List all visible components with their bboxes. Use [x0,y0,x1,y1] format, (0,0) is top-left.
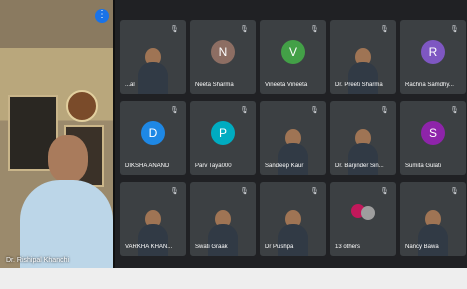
participant-body [278,224,308,256]
mic-off-icon: 🎙 [380,26,389,33]
participant-name: DIKSHA ANAND [125,163,170,169]
participant-name: Parv Taya000 [195,163,232,169]
participant-avatar: R [421,40,445,64]
participant-body [138,62,168,94]
participant-body [278,143,308,175]
participant-body [138,224,168,256]
mic-off-icon: 🎙 [380,107,389,114]
participant-name: Dr. Barjinder Sin... [335,163,384,169]
mic-off-icon: 🎙 [450,188,459,195]
participant-body [348,143,378,175]
participant-name: Vineeta Vineeta [265,82,308,88]
participant-tile[interactable]: 🎙 ...al [120,20,186,94]
others-avatars [351,204,375,222]
participant-tile[interactable]: N 🎙 Neeta Sharma [190,20,256,94]
wall-emblem [66,90,98,122]
participant-avatar: P [211,121,235,145]
participant-tile[interactable]: 🎙 Dr Pushpa [260,182,326,256]
participant-name: Sumita Gulati [405,163,442,169]
more-options-icon[interactable]: ⋮ [95,9,109,23]
mic-off-icon: 🎙 [450,26,459,33]
mic-off-icon: 🎙 [240,26,249,33]
speaker-name: Dr. Rishipal Khanchi [6,257,70,264]
participant-name: 13 others [335,244,361,250]
participant-name: Nancy Bawa [405,244,439,250]
participant-tile[interactable]: 🎙 Sandeep Kaur [260,101,326,175]
participant-body [348,62,378,94]
participant-name: Rachna Samdhy... [405,82,454,88]
participant-tile[interactable]: 🎙 Dr. Barjinder Sin... [330,101,396,175]
participant-tile[interactable]: 🎙 Nancy Bawa [400,182,466,256]
participant-name: VARKHA KHAN... [125,244,173,250]
mic-off-icon: 🎙 [170,188,179,195]
mic-off-icon: 🎙 [170,26,179,33]
mic-off-icon: 🎙 [310,107,319,114]
participant-name: Swati Graak [195,244,228,250]
mic-off-icon: 🎙 [240,107,249,114]
avatar [361,206,375,220]
participant-name: Neeta Sharma [195,82,234,88]
mic-off-icon: 🎙 [170,107,179,114]
participant-avatar: D [141,121,165,145]
mic-off-icon: 🎙 [380,188,389,195]
participant-tile[interactable]: R 🎙 Rachna Samdhy... [400,20,466,94]
participant-avatar: S [421,121,445,145]
participant-tile[interactable]: P 🎙 Parv Taya000 [190,101,256,175]
participant-name: ...al [125,82,135,88]
mic-off-icon: 🎙 [450,107,459,114]
participant-tile[interactable]: 🎙 Swati Graak [190,182,256,256]
participant-tile[interactable]: 🎙 13 others [330,182,396,256]
participant-avatar: N [211,40,235,64]
participant-name: Sandeep Kaur [265,163,304,169]
participant-avatar: V [281,40,305,64]
speaker-head [48,135,88,183]
speaker-body [20,180,113,268]
participant-name: Dr Pushpa [265,244,294,250]
participant-body [208,224,238,256]
mic-off-icon: 🎙 [240,188,249,195]
participant-tile[interactable]: 🎙 VARKHA KHAN... [120,182,186,256]
meeting-screen: ⋮ Dr. Rishipal Khanchi 🎙 ...al N 🎙 Neeta Sha… [0,0,467,268]
mic-off-icon: 🎙 [310,26,319,33]
participant-tile[interactable]: 🎙 Dr. Preeti Sharma [330,20,396,94]
mic-off-icon: 🎙 [310,188,319,195]
participant-tile[interactable]: D 🎙 DIKSHA ANAND [120,101,186,175]
participant-tile[interactable]: V 🎙 Vineeta Vineeta [260,20,326,94]
participant-body [418,224,448,256]
bottom-strip [0,268,467,289]
participant-tile[interactable]: S 🎙 Sumita Gulati [400,101,466,175]
participant-name: Dr. Preeti Sharma [335,82,383,88]
active-speaker-tile[interactable]: ⋮ Dr. Rishipal Khanchi [0,0,115,268]
